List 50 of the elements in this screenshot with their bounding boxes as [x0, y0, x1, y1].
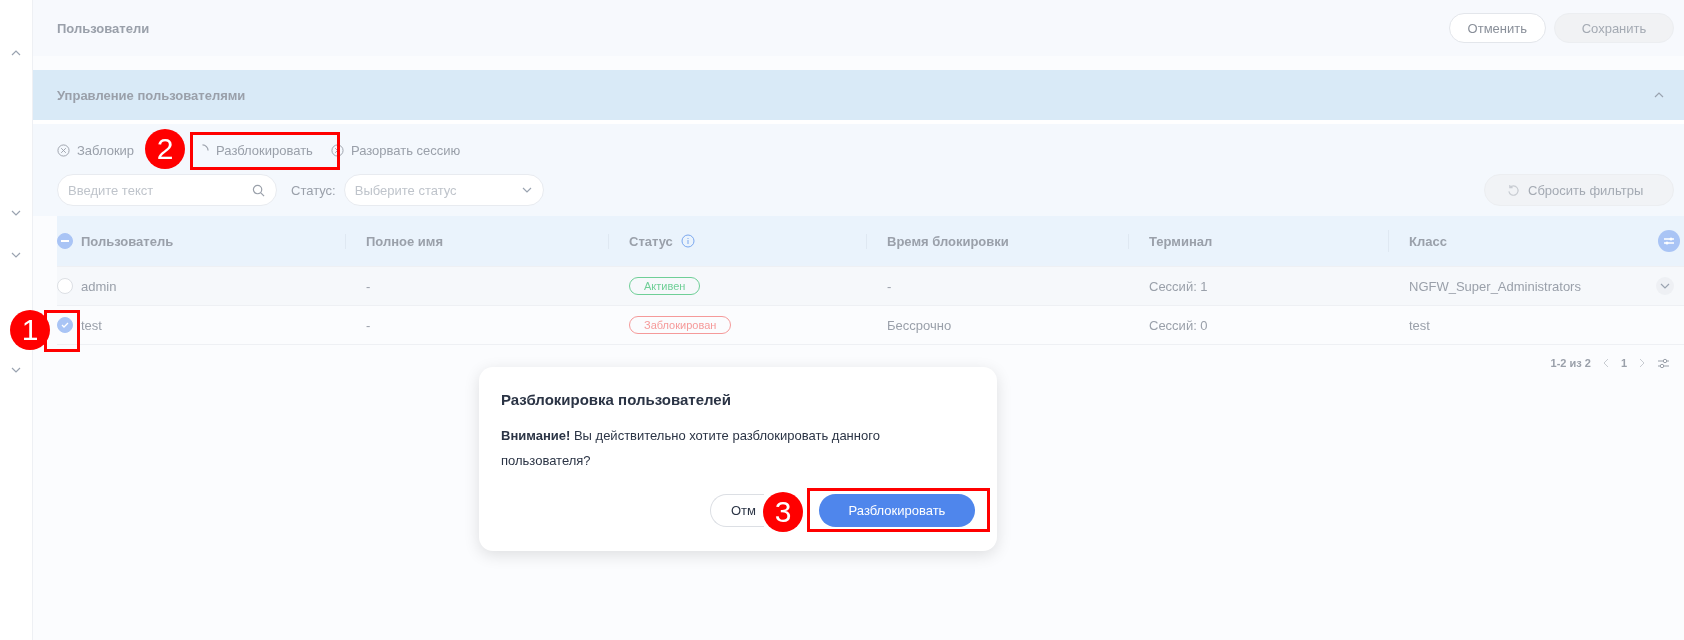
dialog-message: Внимание! Вы действительно хотите разблокировать данного пользователя? — [501, 427, 881, 470]
section-title: Управление пользователями — [57, 87, 246, 103]
page-range: 1-2 из 2 — [1550, 357, 1591, 369]
search-icon — [252, 183, 265, 197]
close-circle-icon — [330, 143, 344, 157]
table-cell: Бессрочно — [887, 317, 952, 333]
table-cell: NGFW_Super_Administrators — [1409, 278, 1581, 294]
column-header: Время блокировки — [887, 233, 1009, 249]
column-header: Терминал — [1149, 233, 1213, 249]
chevron-down-icon[interactable] — [11, 210, 21, 216]
expand-row-button[interactable] — [1656, 277, 1674, 295]
status-select[interactable]: Выберите статус — [343, 174, 544, 206]
column-header: Статус — [629, 233, 673, 249]
prev-page-icon[interactable] — [1602, 358, 1609, 368]
chevron-down-icon[interactable] — [1660, 283, 1670, 289]
page-number[interactable]: 1 — [1620, 357, 1627, 369]
chevron-down-icon[interactable] — [521, 187, 532, 193]
reset-icon — [1507, 183, 1520, 197]
chevron-up-icon[interactable] — [1654, 92, 1664, 98]
table-cell: test — [1409, 317, 1430, 333]
next-page-icon[interactable] — [1639, 358, 1645, 368]
table-cell: admin — [81, 278, 117, 294]
chevron-down-icon[interactable] — [11, 252, 21, 258]
table-cell: - — [887, 278, 892, 294]
action-button[interactable]: Заблокир — [57, 142, 135, 158]
chevron-down-icon[interactable] — [11, 367, 21, 373]
column-header: Пользователь — [81, 233, 174, 249]
column-settings-icon[interactable] — [1658, 230, 1680, 252]
close-circle-icon — [57, 143, 70, 157]
column-header: Полное имя — [366, 233, 444, 249]
unlock-button[interactable]: Разблокировать — [819, 494, 975, 527]
cancel-button[interactable]: Отм — [710, 494, 764, 527]
action-button[interactable]: Разблокировать — [196, 142, 313, 158]
table-cell: Сессий: 0 — [1149, 317, 1208, 333]
settings-icon[interactable] — [1657, 357, 1670, 369]
status-label: Статус: — [291, 182, 336, 198]
search-field[interactable]: Введите текст — [57, 174, 277, 206]
table-cell: - — [366, 278, 371, 294]
action-button[interactable]: Разорвать сессию — [330, 142, 461, 158]
checkbox[interactable] — [57, 233, 73, 249]
dialog-title: Разблокировка пользователей — [501, 391, 732, 408]
table-cell: test — [81, 317, 102, 333]
checkbox[interactable] — [57, 317, 73, 333]
checkbox[interactable] — [57, 278, 73, 294]
table-cell: - — [366, 317, 371, 333]
page-title: Пользователи — [57, 20, 150, 36]
column-header: Класс — [1409, 233, 1447, 249]
chevron-up-icon[interactable] — [11, 50, 21, 56]
table-cell: Сессий: 1 — [1149, 278, 1208, 294]
cancel-button[interactable]: Отменить — [1448, 13, 1546, 43]
